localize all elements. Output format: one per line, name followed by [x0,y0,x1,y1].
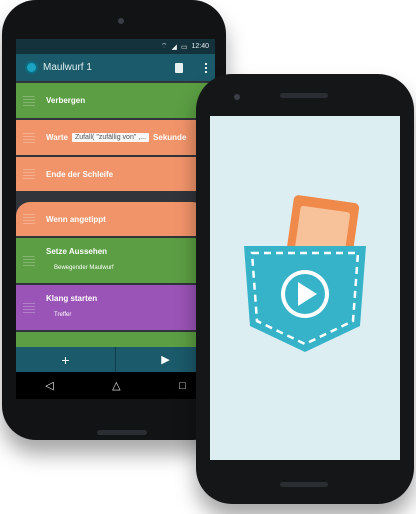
app-logo-icon[interactable] [25,61,38,74]
bottom-bar: + ▶ [16,347,215,372]
status-bar: ⌔ ◢ ▭ 12:40 [16,39,215,54]
brick-label: Wenn angetippt [46,214,106,224]
sound-value[interactable]: Treffer [54,312,71,318]
brick-when-tapped[interactable]: Wenn angetippt [16,202,215,236]
navigation-bar: ◁ △ □ [16,372,215,399]
status-time: 12:40 [191,43,209,50]
trash-icon[interactable] [175,62,183,73]
add-button[interactable]: + [16,347,115,372]
formula-field[interactable]: Zufall( "zufällig von" ,... [71,133,150,142]
signal-icon: ◢ [171,43,177,51]
brick-set-look[interactable]: Setze Aussehen Bewegender Maulwurf [16,238,215,283]
speaker-bottom [97,430,147,435]
drag-handle-icon[interactable] [23,95,35,107]
brick-label: Verbergen [46,96,86,105]
brick-label: Klang starten [46,294,98,303]
recents-icon[interactable]: □ [179,380,186,392]
battery-icon: ▭ [180,43,188,51]
speaker-top [280,93,328,98]
brick-hide[interactable]: Verbergen [16,83,215,118]
back-icon[interactable]: ◁ [45,379,53,392]
script-area[interactable]: Verbergen Warte Zufall( "zufällig von" ,… [16,81,215,347]
speaker-bottom [280,482,328,487]
drag-handle-icon[interactable] [23,255,35,267]
app-toolbar: Maulwurf 1 [16,54,215,81]
camera-dot [118,18,124,24]
brick-label: Ende der Schleife [46,169,114,179]
drag-handle-icon[interactable] [23,169,35,180]
phone-right [196,74,414,504]
camera-dot [234,94,240,100]
drag-handle-icon[interactable] [23,214,35,225]
splash-screen [210,116,400,460]
pocket-code-logo [244,195,366,352]
look-value[interactable]: Bewegender Maulwurf [54,265,114,271]
more-vert-icon[interactable] [205,62,207,73]
brick-label: Setze Aussehen [46,247,108,256]
drag-handle-icon[interactable] [23,302,35,314]
wifi-icon: ⌔ [160,43,168,50]
brick-suffix: Sekunde [153,133,187,142]
app-screen: ⌔ ◢ ▭ 12:40 Maulwurf 1 Verbergen Warte Z… [16,39,215,399]
brick-end-loop[interactable]: Ende der Schleife [16,157,215,191]
brick-label: Warte [46,133,68,142]
drag-handle-icon[interactable] [23,132,35,144]
brick-wait[interactable]: Warte Zufall( "zufällig von" ,... Sekund… [16,120,215,155]
brick-start-sound[interactable]: Klang starten Treffer [16,285,215,330]
phone-left: ⌔ ◢ ▭ 12:40 Maulwurf 1 Verbergen Warte Z… [2,0,226,440]
toolbar-title: Maulwurf 1 [43,62,92,73]
brick-partial [16,332,215,347]
home-icon[interactable]: △ [112,379,120,392]
